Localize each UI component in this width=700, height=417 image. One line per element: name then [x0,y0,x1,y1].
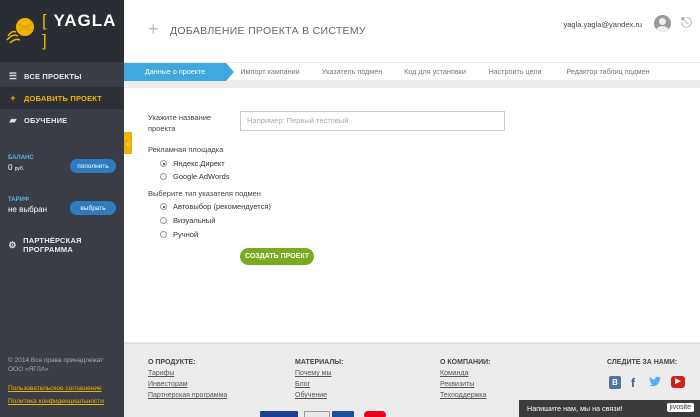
sidebar-item-add-project[interactable]: + ДОБАВИТЬ ПРОЕКТ [0,87,124,109]
payment-logo-1 [260,411,298,417]
radio-dot [160,217,167,224]
step-substitution-pointer[interactable]: Указатель подмен [310,63,394,81]
sidebar: [ YAGLA ] ☰ ВСЕ ПРОЕКТЫ + ДОБАВИТЬ ПРОЕК… [0,0,124,417]
footer-heading: СЛЕДИТЕ ЗА НАМИ: [607,359,678,366]
payment-logo-2 [304,411,330,417]
step-install-code[interactable]: Код для установки [392,63,478,81]
copyright: © 2014 Все права принадлежат ООО «ЯГЛА» [8,357,104,373]
radio-visual[interactable]: Визуальный [160,216,215,225]
radio-yandex-direct[interactable]: Яндекс.Директ [160,159,225,168]
footer-col-company: О КОМПАНИИ: Команда Реквизиты Техподдерж… [440,359,490,401]
step-import-campaign[interactable]: Импорт кампании [228,63,312,81]
partner-icon: ⚙ [8,239,17,250]
radio-dot [160,160,167,167]
user-email[interactable]: yagla.yagla@yandex.ru [564,20,643,29]
logout-icon[interactable]: ⎋ [681,14,692,31]
sidebar-item-label: ОБУЧЕНИЕ [24,115,68,125]
payment-logo-3 [332,411,354,417]
radio-label: Визуальный [173,216,216,225]
page-title: ДОБАВЛЕНИЕ ПРОЕКТА В СИСТЕМУ [170,25,366,37]
collapse-tab[interactable]: ‹ [124,132,132,154]
choose-tariff-button[interactable]: выбрать [70,201,116,215]
step-table-editor[interactable]: Редактор таблиц подмен [552,63,664,81]
logo-text: YAGLA [53,11,117,30]
radio-manual[interactable]: Ручной [160,230,198,239]
balance-block: БАЛАНС 0 руб. пополнить [8,155,116,181]
project-name-label: Укажите название проекта [148,112,211,134]
logo[interactable]: [ YAGLA ] [0,0,124,62]
footer-heading: О ПРОДУКТЕ: [148,359,196,366]
tariff-block: ТАРИФ не выбран выбрать [8,197,116,223]
radio-dot [160,231,167,238]
graduation-cap-icon: ▰ [9,114,17,125]
sidebar-item-partner[interactable]: ⚙ ПАРТНЁРСКАЯ ПРОГРАММА [0,234,124,256]
create-project-button[interactable]: СОЗДАТЬ ПРОЕКТ [240,248,314,265]
avatar[interactable] [654,15,671,32]
footer-link-team[interactable]: Команда [440,368,490,379]
footer-link-requisites[interactable]: Реквизиты [440,379,490,390]
balance-value: 0 [8,163,13,172]
sidebar-item-label: ПАРТНЁРСКАЯ ПРОГРАММА [23,236,82,254]
logo-ball-icon [6,16,36,46]
footer-link-why-us[interactable]: Почему мы [295,368,343,379]
footer-col-materials: МАТЕРИАЛЫ: Почему мы Блог Обучение [295,359,343,401]
agreement-link[interactable]: Пользовательское соглашение [8,385,102,392]
chat-text: Напишите нам, мы на связи! [527,404,623,413]
sidebar-item-label: ВСЕ ПРОЕКТЫ [24,71,82,81]
footer-col-product: О ПРОДУКТЕ: Тарифы Инвесторам Партнерска… [148,359,227,401]
footer-link-investors[interactable]: Инвесторам [148,379,227,390]
radio-dot [160,203,167,210]
vk-icon[interactable]: В [609,376,621,389]
pointer-type-label: Выберите тип указателя подмен [148,189,261,198]
radio-label: Автовыбор (рекомендуется) [173,202,271,211]
balance-unit: руб. [14,166,25,172]
footer-heading: МАТЕРИАЛЫ: [295,359,344,366]
payment-logo-4 [364,411,386,417]
footer-heading: О КОМПАНИИ: [440,359,491,366]
footer-col-social: СЛЕДИТЕ ЗА НАМИ: [607,359,677,368]
footer-link-tariffs[interactable]: Тарифы [148,368,227,379]
steps-bar: Данные о проекте Импорт кампании Указате… [124,62,700,81]
project-name-input[interactable]: Например: Первый тестовый [240,111,505,131]
project-name-label-line1: Укажите название [148,113,212,122]
step-project-data[interactable]: Данные о проекте [124,63,234,81]
radio-label: Ручной [173,230,199,239]
step-goals[interactable]: Настроить цели [478,63,552,81]
sidebar-item-all-projects[interactable]: ☰ ВСЕ ПРОЕКТЫ [0,65,124,87]
main-form: ‹ Укажите название проекта Например: Пер… [124,88,700,342]
youtube-icon[interactable]: ▶ [671,376,685,388]
radio-dot [160,173,167,180]
footer-link-partner[interactable]: Партнерская программа [148,390,227,401]
privacy-link[interactable]: Политика конфиденциальности [8,398,104,405]
footer-link-blog[interactable]: Блог [295,379,343,390]
radio-label: Google AdWords [173,172,230,181]
header: + ДОБАВЛЕНИЕ ПРОЕКТА В СИСТЕМУ yagla.yag… [124,0,700,62]
footer-link-support[interactable]: Техподдержка [440,390,490,401]
plus-icon: + [10,93,16,103]
chat-brand: jivosite [666,403,694,412]
footer-link-learning[interactable]: Обучение [295,390,343,401]
platform-label: Рекламная площадка [148,145,224,154]
list-icon: ☰ [8,70,18,81]
chat-widget[interactable]: Напишите нам, мы на связи! jivosite [519,400,700,417]
sidebar-item-label: ДОБАВИТЬ ПРОЕКТ [24,93,103,103]
sidebar-item-learning[interactable]: ▰ ОБУЧЕНИЕ [0,109,124,131]
top-up-button[interactable]: пополнить [70,159,116,173]
radio-google-adwords[interactable]: Google AdWords [160,172,230,181]
plus-icon: + [148,19,159,39]
twitter-icon[interactable] [648,375,662,391]
facebook-icon[interactable]: f [631,376,635,390]
radio-auto[interactable]: Автовыбор (рекомендуется) [160,202,271,211]
radio-label: Яндекс.Директ [173,159,225,168]
project-name-label-line2: проекта [148,124,176,133]
